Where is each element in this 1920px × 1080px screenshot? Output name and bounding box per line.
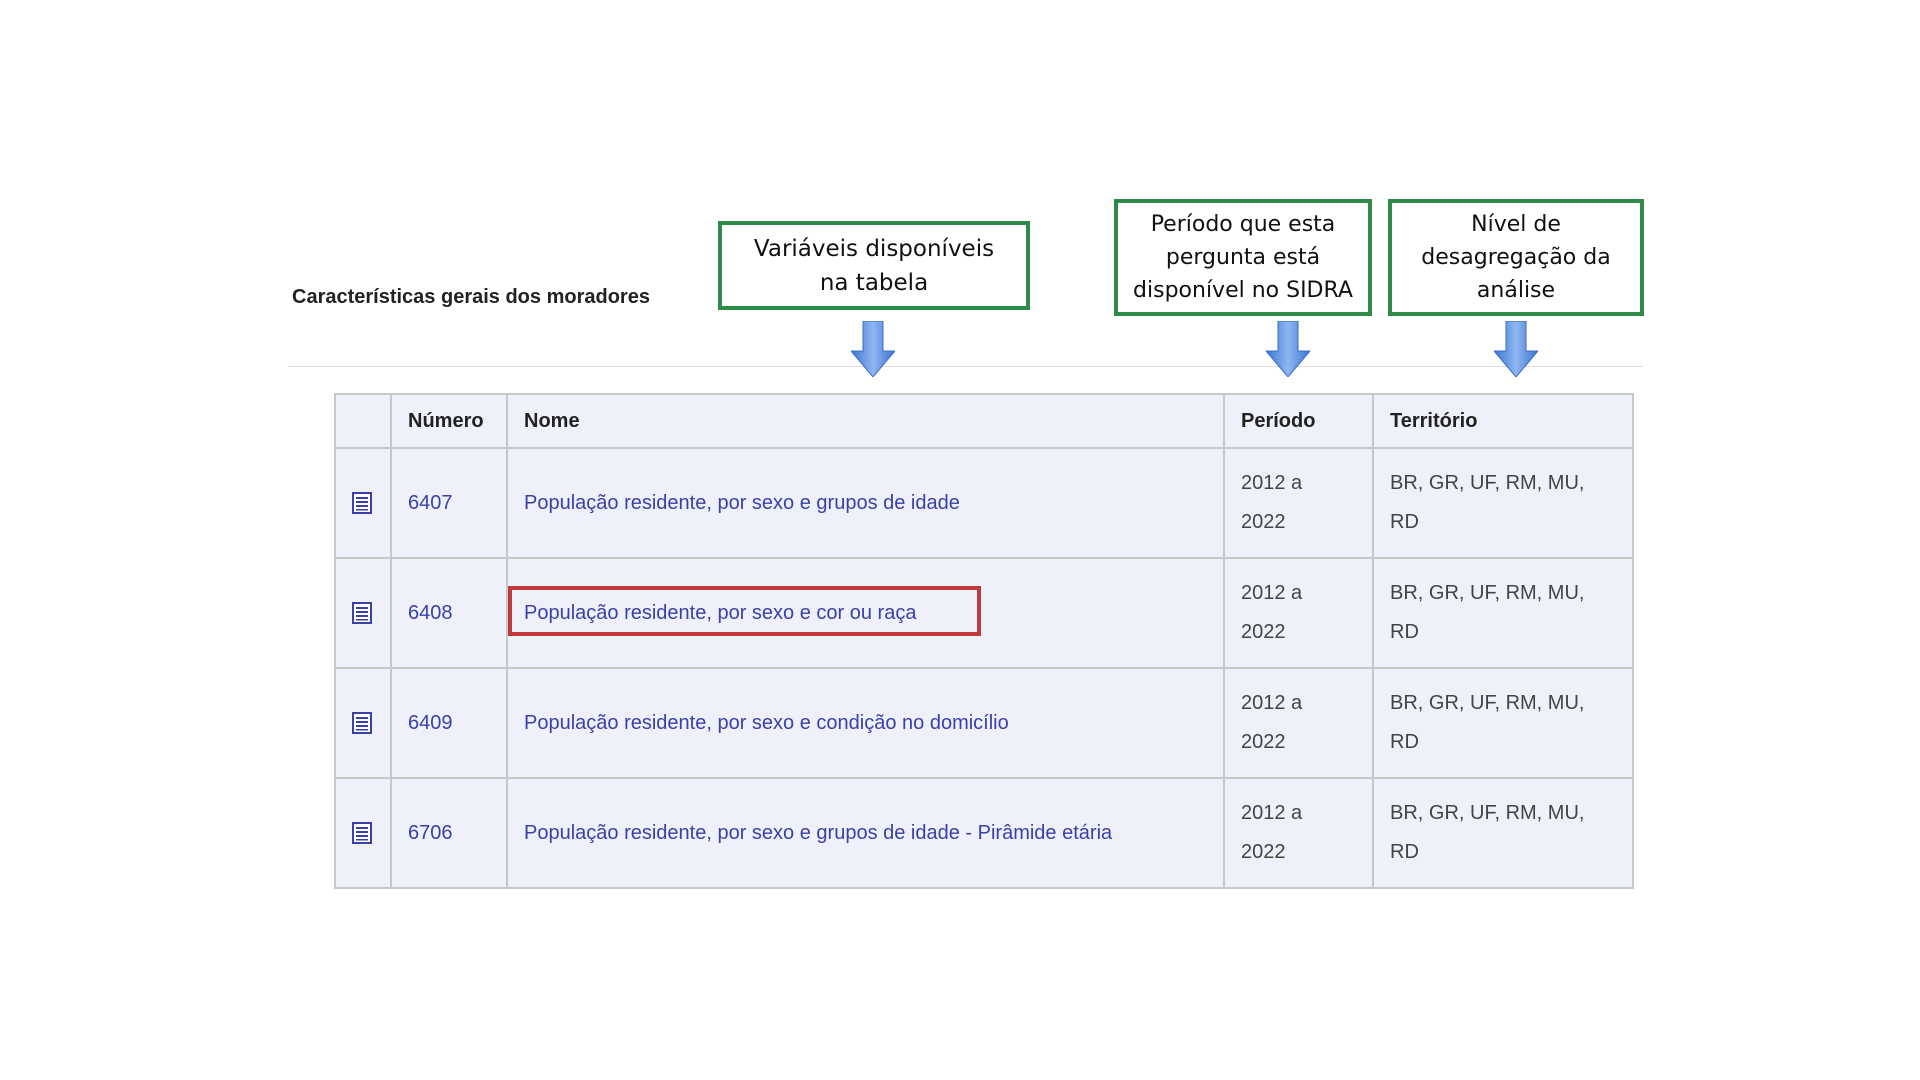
period-line1: 2012 a xyxy=(1241,582,1303,604)
callout-territory-line1: Nível de xyxy=(1471,212,1561,237)
table-number-link[interactable]: 6409 xyxy=(408,712,453,734)
header-name: Nome xyxy=(506,393,1225,449)
territory-cell: BR, GR, UF, RM, MU, RD xyxy=(1372,447,1634,559)
period-line2: 2022 xyxy=(1241,841,1286,863)
callout-variables-line2: na tabela xyxy=(819,269,929,296)
table-name-link[interactable]: População residente, por sexo e cor ou r… xyxy=(524,602,916,624)
territory-line1: BR, GR, UF, RM, MU, xyxy=(1390,582,1585,604)
arrow-down-icon xyxy=(1266,321,1310,377)
callout-period-line2: pergunta está xyxy=(1165,245,1321,270)
territory-line1: BR, GR, UF, RM, MU, xyxy=(1390,692,1585,714)
header-territory: Território xyxy=(1372,393,1634,449)
period-line1: 2012 a xyxy=(1241,472,1303,494)
table-list-icon[interactable] xyxy=(352,822,372,845)
period-cell: 2012 a 2022 xyxy=(1223,557,1374,669)
arrow-down-icon xyxy=(851,321,895,377)
period-line1: 2012 a xyxy=(1241,802,1303,824)
arrow-down-icon xyxy=(1494,321,1538,377)
table-name-link[interactable]: População residente, por sexo e grupos d… xyxy=(524,492,960,514)
table-row: 6706 População residente, por sexo e gru… xyxy=(334,777,1634,889)
callout-territory: Nível de desagregação da análise xyxy=(1388,199,1644,316)
sidra-tables-list: Número Nome Período Território 6407 Popu… xyxy=(334,393,1634,889)
table-row: 6409 População residente, por sexo e con… xyxy=(334,667,1634,779)
table-row: 6407 População residente, por sexo e gru… xyxy=(334,447,1634,559)
callout-variables-line1: Variáveis disponíveis xyxy=(753,235,995,262)
table-name-link[interactable]: População residente, por sexo e grupos d… xyxy=(524,822,1112,844)
table-name-link[interactable]: População residente, por sexo e condição… xyxy=(524,712,1009,734)
table-row: 6408 População residente, por sexo e cor… xyxy=(334,557,1634,669)
territory-cell: BR, GR, UF, RM, MU, RD xyxy=(1372,777,1634,889)
territory-line2: RD xyxy=(1390,841,1419,863)
period-line2: 2022 xyxy=(1241,621,1286,643)
table-number-link[interactable]: 6407 xyxy=(408,492,453,514)
table-list-icon[interactable] xyxy=(352,712,372,735)
header-period: Período xyxy=(1223,393,1374,449)
territory-line1: BR, GR, UF, RM, MU, xyxy=(1390,802,1585,824)
period-cell: 2012 a 2022 xyxy=(1223,447,1374,559)
table-number-link[interactable]: 6408 xyxy=(408,602,453,624)
section-divider xyxy=(288,366,1643,367)
territory-line2: RD xyxy=(1390,511,1419,533)
callout-period: Período que esta pergunta está disponíve… xyxy=(1114,199,1372,316)
period-cell: 2012 a 2022 xyxy=(1223,777,1374,889)
table-list-icon[interactable] xyxy=(352,602,372,625)
callout-variables: Variáveis disponíveis na tabela xyxy=(718,221,1030,310)
territory-cell: BR, GR, UF, RM, MU, RD xyxy=(1372,667,1634,779)
period-cell: 2012 a 2022 xyxy=(1223,667,1374,779)
period-line2: 2022 xyxy=(1241,731,1286,753)
period-line2: 2022 xyxy=(1241,511,1286,533)
territory-line2: RD xyxy=(1390,731,1419,753)
territory-line2: RD xyxy=(1390,621,1419,643)
territory-cell: BR, GR, UF, RM, MU, RD xyxy=(1372,557,1634,669)
table-header-row: Número Nome Período Território xyxy=(334,393,1634,449)
table-number-link[interactable]: 6706 xyxy=(408,822,453,844)
period-line1: 2012 a xyxy=(1241,692,1303,714)
territory-line1: BR, GR, UF, RM, MU, xyxy=(1390,472,1585,494)
callout-territory-line2: desagregação da xyxy=(1421,245,1611,270)
table-list-icon[interactable] xyxy=(352,492,372,515)
callout-period-line3: disponível no SIDRA xyxy=(1133,278,1353,303)
section-title: Características gerais dos moradores xyxy=(292,286,650,308)
header-number: Número xyxy=(390,393,508,449)
header-icon xyxy=(334,393,392,449)
callout-territory-line3: análise xyxy=(1476,278,1556,303)
callout-period-line1: Período que esta xyxy=(1150,212,1336,237)
